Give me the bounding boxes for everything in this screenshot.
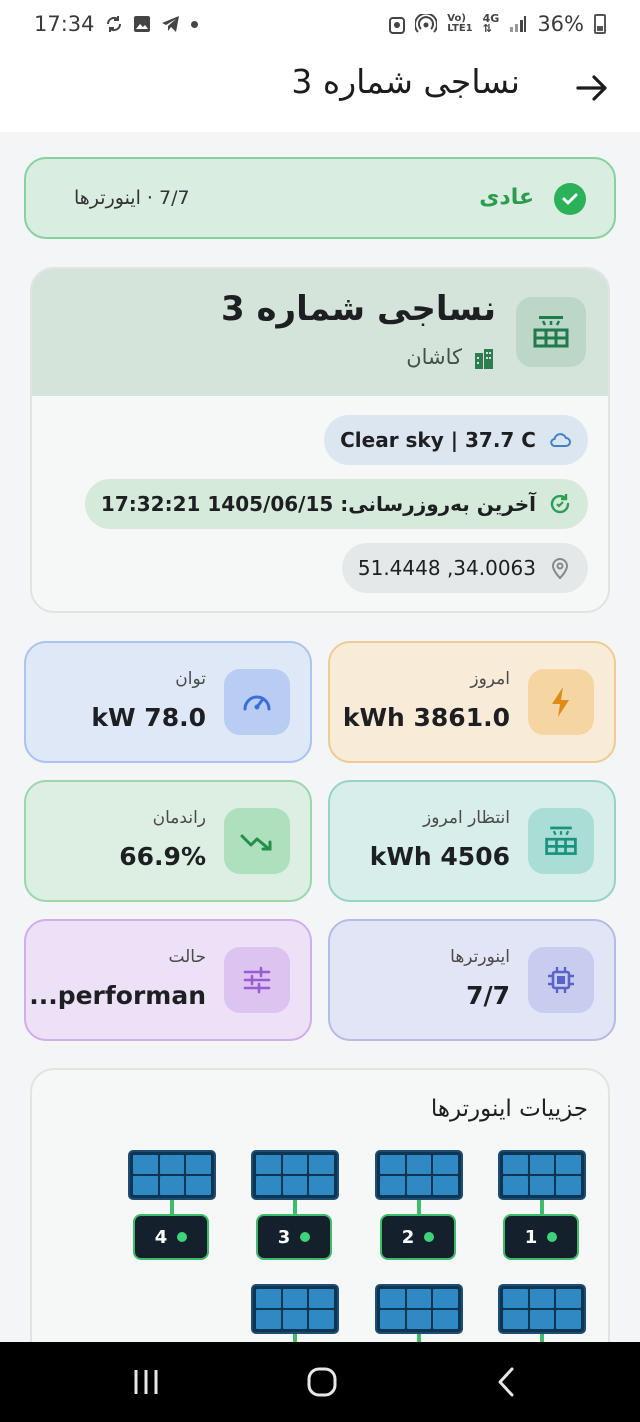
notification-dot-icon xyxy=(190,20,198,28)
location-pill[interactable]: 51.4448 ,34.0063 xyxy=(341,543,588,593)
plant-info-header: نساجی شماره 3 کاشان xyxy=(32,269,608,396)
hotspot-icon xyxy=(415,14,438,33)
status-inverter-count: 7/7 · اینورترها xyxy=(74,187,190,209)
status-card: عادی 7/7 · اینورترها xyxy=(24,157,616,239)
home-icon xyxy=(307,1367,337,1397)
status-bar-right: Vo) LTE1 4G ⇅ 36% xyxy=(389,12,606,36)
refresh-icon xyxy=(550,494,570,514)
chip-icon xyxy=(528,947,594,1013)
solar-panel-graphic xyxy=(375,1284,463,1334)
cloud-icon xyxy=(550,433,571,447)
location-text: 51.4448 ,34.0063 xyxy=(357,556,536,580)
location-pin-icon xyxy=(551,558,569,580)
status-dot-icon xyxy=(177,1232,188,1242)
lightning-icon xyxy=(528,669,594,735)
volte-icon: Vo) LTE1 xyxy=(447,13,473,34)
inverter-badge: 4 xyxy=(133,1214,209,1260)
kpi-inverters-value: 7/7 xyxy=(466,981,510,1010)
status-dot-icon xyxy=(300,1232,311,1242)
image-icon xyxy=(133,16,150,32)
status-dot-icon xyxy=(547,1232,558,1242)
back-button[interactable] xyxy=(486,1364,526,1400)
solar-panel-graphic xyxy=(498,1150,586,1200)
plant-city: کاشان xyxy=(406,345,462,369)
kpi-today-label: امروز xyxy=(470,669,510,689)
inverter-number: 1 xyxy=(524,1226,538,1248)
solar-panel-graphic xyxy=(375,1150,463,1200)
solar-panel-icon xyxy=(528,808,594,874)
kpi-power[interactable]: توان kW 78.0 xyxy=(24,641,312,763)
app-bar: نساجی شماره 3 xyxy=(0,48,640,132)
system-nav-bar xyxy=(0,1342,640,1422)
building-icon xyxy=(475,349,493,369)
recents-icon xyxy=(134,1370,158,1394)
solar-panel-graphic xyxy=(251,1150,339,1200)
inverter-number: 4 xyxy=(154,1226,168,1248)
kpi-today[interactable]: امروز kWh 3861.0 xyxy=(328,641,616,763)
status-label: عادی xyxy=(479,185,534,210)
kpi-inverters[interactable]: اینورترها 7/7 xyxy=(328,919,616,1041)
battery-level: 36% xyxy=(537,12,584,36)
solar-panel-graphic xyxy=(498,1284,586,1334)
kpi-efficiency[interactable]: راندمان 66.9% xyxy=(24,780,312,902)
kpi-inverters-label: اینورترها xyxy=(450,947,510,967)
inverter-unit-1[interactable]: 1 xyxy=(498,1150,586,1262)
page-title: نساجی شماره 3 xyxy=(291,62,520,101)
4g-icon: 4G ⇅ xyxy=(482,12,500,35)
sliders-icon xyxy=(224,947,290,1013)
status-bar: 17:34 Vo) LTE1 4G ⇅ 36% xyxy=(0,0,640,48)
kpi-power-value: kW 78.0 xyxy=(91,703,206,732)
signal-icon xyxy=(510,16,527,32)
kpi-today-value: kWh 3861.0 xyxy=(342,703,510,732)
inverter-badge: 3 xyxy=(256,1214,332,1260)
weather-text: Clear sky | 37.7 C xyxy=(340,428,536,452)
solar-panel-graphic xyxy=(128,1150,216,1200)
status-dot-icon xyxy=(424,1232,435,1242)
kpi-efficiency-label: راندمان xyxy=(152,808,206,828)
gauge-icon xyxy=(224,669,290,735)
solar-panel-graphic xyxy=(251,1284,339,1334)
back-icon xyxy=(498,1367,514,1397)
last-update-text: آخرین به‌روزرسانی: 1405/06/15 17:32:21 xyxy=(100,492,536,516)
inverter-details-title: جزییات اینورترها xyxy=(430,1096,588,1122)
check-circle-icon xyxy=(554,183,586,215)
inverter-unit-4[interactable]: 4 xyxy=(128,1150,216,1262)
kpi-expected-value: kWh 4506 xyxy=(369,842,510,871)
clock: 17:34 xyxy=(34,12,95,36)
kpi-mode-value: ...performan xyxy=(29,981,206,1010)
kpi-mode[interactable]: حالت ...performan xyxy=(24,919,312,1041)
trend-icon xyxy=(224,808,290,874)
inverter-badge: 1 xyxy=(503,1214,579,1260)
solar-panel-icon xyxy=(516,297,586,367)
kpi-mode-label: حالت xyxy=(168,947,206,967)
inverter-unit-3[interactable]: 3 xyxy=(251,1150,339,1262)
inverter-badge: 2 xyxy=(380,1214,456,1260)
plant-name: نساجی شماره 3 xyxy=(220,289,496,329)
kpi-expected[interactable]: انتظار امروز kWh 4506 xyxy=(328,780,616,902)
status-bar-left: 17:34 xyxy=(34,12,198,36)
inverter-details-card: جزییات اینورترها 1 2 3 4 xyxy=(30,1068,610,1388)
kpi-efficiency-value: 66.9% xyxy=(119,842,206,871)
alarm-icon xyxy=(389,17,406,34)
home-button[interactable] xyxy=(302,1364,342,1400)
battery-icon xyxy=(594,14,606,34)
kpi-expected-label: انتظار امروز xyxy=(423,808,510,828)
inverter-number: 2 xyxy=(401,1226,415,1248)
arrow-right-icon[interactable] xyxy=(572,68,612,108)
sync-icon xyxy=(106,16,121,32)
last-update-pill: آخرین به‌روزرسانی: 1405/06/15 17:32:21 xyxy=(84,479,588,529)
telegram-icon xyxy=(161,16,179,32)
kpi-power-label: توان xyxy=(175,669,206,689)
inverter-unit-2[interactable]: 2 xyxy=(375,1150,463,1262)
weather-pill: Clear sky | 37.7 C xyxy=(324,415,588,465)
inverter-number: 3 xyxy=(277,1226,291,1248)
plant-info-card: نساجی شماره 3 کاشان Clear sky | 37.7 C آ… xyxy=(30,267,610,613)
recents-button[interactable] xyxy=(126,1364,166,1400)
